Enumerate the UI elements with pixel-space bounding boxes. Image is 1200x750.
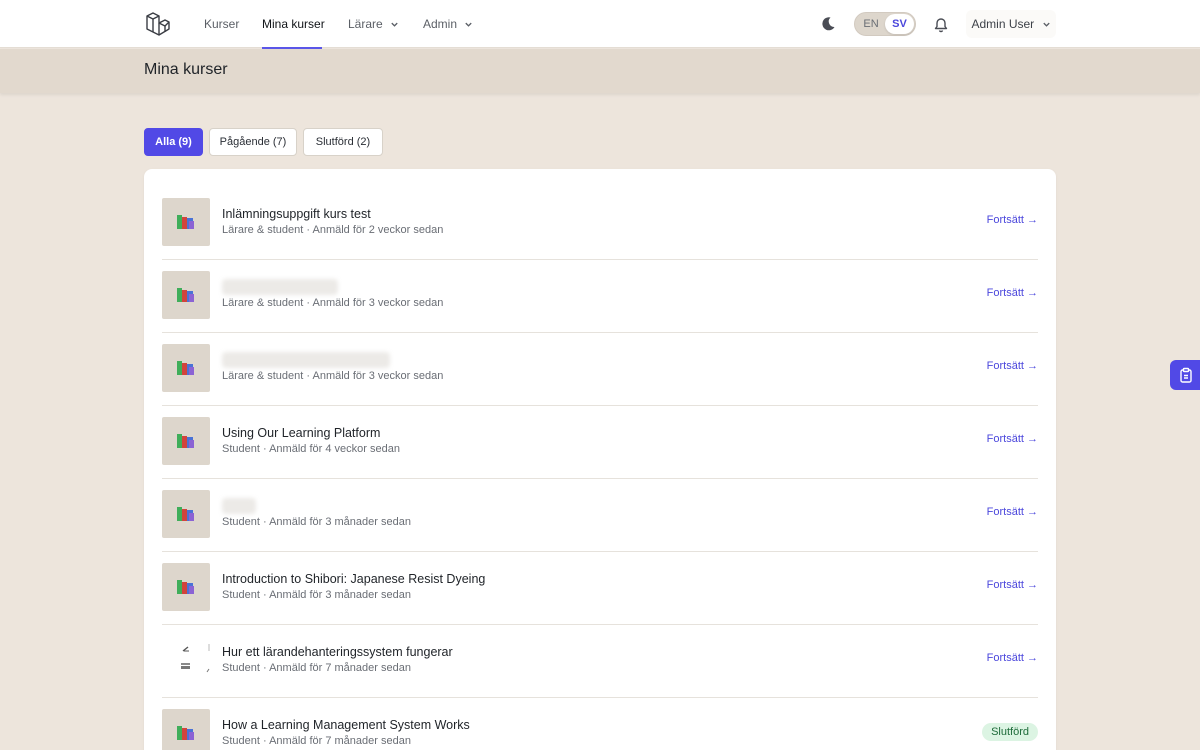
filter-tab-ongoing[interactable]: Pågående (7) <box>209 128 297 156</box>
floating-clipboard-button[interactable] <box>1170 360 1200 390</box>
filter-tab-all[interactable]: Alla (9) <box>144 128 203 156</box>
course-thumbnail <box>162 490 210 538</box>
user-menu-button[interactable]: Admin User <box>966 10 1056 38</box>
course-meta: Lärare & student · Anmäld för 3 veckor s… <box>222 370 444 382</box>
course-meta: Student · Anmäld för 4 veckor sedan <box>222 443 400 455</box>
course-thumbnail <box>162 417 210 465</box>
completed-badge: Slutförd <box>982 723 1038 741</box>
course-title[interactable]: Using Our Learning Platform <box>222 426 380 440</box>
course-title[interactable]: Introduction to Shibori: Japanese Resist… <box>222 572 485 586</box>
nav-link-label: Kurser <box>204 17 240 31</box>
course-thumbnail <box>162 709 210 750</box>
course-title[interactable]: Hur ett lärandehanteringssystem fungerar <box>222 645 453 659</box>
course-title-redacted[interactable] <box>222 279 338 295</box>
course-row[interactable]: Lärare & student · Anmäld för 3 veckor s… <box>162 260 1038 333</box>
language-toggle: EN SV <box>854 12 916 36</box>
course-meta: Lärare & student · Anmäld för 3 veckor s… <box>222 297 444 309</box>
course-row[interactable]: Hur ett lärandehanteringssystem fungerar… <box>162 625 1038 698</box>
books-icon <box>177 215 194 229</box>
continue-link[interactable]: Fortsätt → <box>987 287 1038 299</box>
course-thumbnail <box>162 636 210 684</box>
course-row[interactable]: Inlämningsuppgift kurs test Lärare & stu… <box>162 187 1038 260</box>
continue-link[interactable]: Fortsätt → <box>987 506 1038 518</box>
course-meta: Student · Anmäld för 3 månader sedan <box>222 589 411 601</box>
nav-dropdown-admin[interactable]: Admin <box>423 0 473 48</box>
course-title-redacted[interactable] <box>222 352 390 368</box>
course-meta: Student · Anmäld för 3 månader sedan <box>222 516 411 528</box>
course-thumbnail <box>162 198 210 246</box>
language-option-en[interactable]: EN <box>858 14 884 34</box>
books-icon <box>177 288 194 302</box>
books-icon <box>177 726 194 740</box>
continue-link[interactable]: Fortsätt → <box>987 214 1038 226</box>
course-row[interactable]: Lärare & student · Anmäld för 3 veckor s… <box>162 333 1038 406</box>
nav-link-label: Mina kurser <box>262 17 325 31</box>
clipboard-icon <box>1180 367 1192 383</box>
course-meta: Lärare & student · Anmäld för 2 veckor s… <box>222 224 444 236</box>
nav-link-kurser[interactable]: Kurser <box>204 0 239 48</box>
dark-mode-moon-icon[interactable] <box>819 15 837 33</box>
course-title[interactable]: Inlämningsuppgift kurs test <box>222 207 371 221</box>
course-row[interactable]: Introduction to Shibori: Japanese Resist… <box>162 552 1038 625</box>
chevron-down-icon <box>391 23 398 28</box>
continue-link[interactable]: Fortsätt → <box>987 652 1038 664</box>
filter-tab-completed[interactable]: Slutförd (2) <box>303 128 383 156</box>
continue-link[interactable]: Fortsätt → <box>987 360 1038 372</box>
continue-link[interactable]: Fortsätt → <box>987 579 1038 591</box>
books-icon <box>177 580 194 594</box>
course-meta: Student · Anmäld för 7 månader sedan <box>222 662 411 674</box>
chevron-down-icon <box>465 23 473 28</box>
chevron-down-icon <box>1042 23 1050 28</box>
books-icon <box>177 434 194 448</box>
nav-dropdown-larare[interactable]: Lärare <box>348 0 399 48</box>
continue-link[interactable]: Fortsätt → <box>987 433 1038 445</box>
sketch-illustration-icon <box>181 644 210 673</box>
nav-link-label: Lärare <box>348 17 383 31</box>
user-name: Admin User <box>971 17 1035 31</box>
page-title: Mina kurser <box>144 61 228 78</box>
course-row[interactable]: How a Learning Management System Works S… <box>162 698 1038 750</box>
books-icon <box>177 361 194 375</box>
nav-link-mina-kurser[interactable]: Mina kurser <box>262 0 325 49</box>
language-option-sv[interactable]: SV <box>885 14 914 34</box>
course-row[interactable]: Student · Anmäld för 3 månader sedan For… <box>162 479 1038 552</box>
course-meta: Student · Anmäld för 7 månader sedan <box>222 735 411 747</box>
course-thumbnail <box>162 563 210 611</box>
course-thumbnail <box>162 344 210 392</box>
course-thumbnail <box>162 271 210 319</box>
course-list-card: Inlämningsuppgift kurs test Lärare & stu… <box>144 169 1056 750</box>
course-row[interactable]: Using Our Learning Platform Student · An… <box>162 406 1038 479</box>
notification-bell-icon[interactable] <box>932 15 950 33</box>
course-title-redacted[interactable] <box>222 498 256 514</box>
books-icon <box>177 507 194 521</box>
page-header: Mina kurser <box>0 49 1200 93</box>
course-title[interactable]: How a Learning Management System Works <box>222 718 470 732</box>
top-navigation: Kurser Mina kurser Lärare Admin EN SV Ad… <box>0 0 1200 49</box>
app-logo-icon[interactable] <box>145 11 171 37</box>
nav-link-label: Admin <box>423 17 458 31</box>
